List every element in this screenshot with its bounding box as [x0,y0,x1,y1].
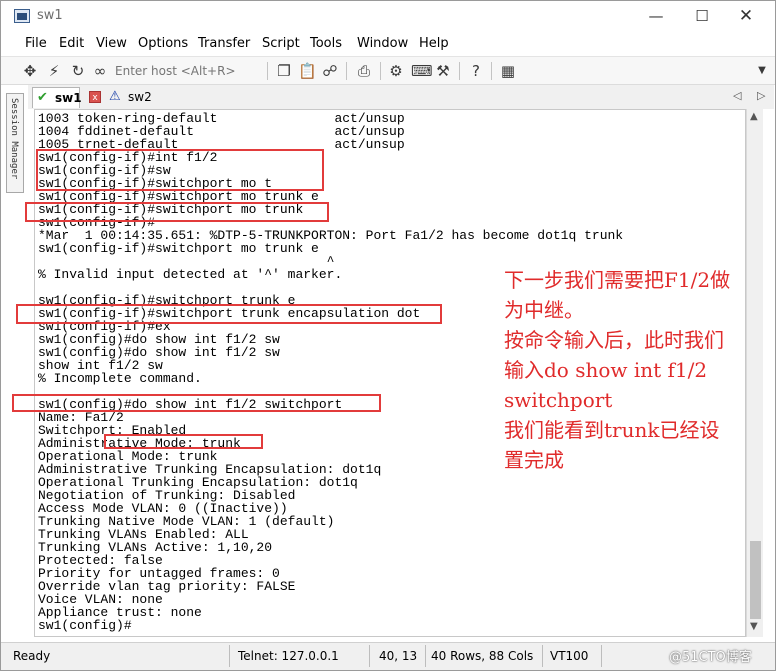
tab-label: sw2 [128,90,152,104]
window-title: sw1 [37,8,63,23]
highlight-box [36,149,324,191]
scroll-up-icon[interactable]: ▲ [750,111,758,122]
watermark: @51CTO博客 [669,650,752,665]
menu-edit[interactable]: Edit [59,36,84,51]
annotation-line: 按命令输入后，此时我们 [504,328,724,352]
reconnect-icon[interactable]: ↻ [69,62,87,80]
lightning-connect-icon[interactable]: ⚡ [45,62,63,80]
toolbar-separator [267,62,268,80]
status-separator [229,645,230,667]
menu-help[interactable]: Help [419,36,449,51]
status-terminal-size: 40 Rows, 88 Cols [431,649,534,663]
status-connection: Telnet: 127.0.0.1 [238,649,339,663]
highlight-box [104,434,263,449]
status-cursor-position: 40, 13 [379,649,418,663]
status-separator [425,645,426,667]
status-ready: Ready [13,649,51,663]
key-agent-icon[interactable]: ⚒ [434,62,452,80]
menu-window[interactable]: Window [357,36,408,51]
tab-scroll-left-icon[interactable]: ◁ [733,89,741,102]
menu-options[interactable]: Options [138,36,188,51]
annotation-line: 置完成 [504,448,564,472]
tab-scroll-right-icon[interactable]: ▷ [757,89,765,102]
toolbar-separator [491,62,492,80]
minimize-button[interactable]: — [633,5,679,27]
highlight-box [12,394,381,412]
close-button[interactable]: ✕ [723,5,769,27]
app-icon [14,9,30,23]
annotation-line: 为中继。 [504,298,584,322]
session-manager-label: Session Manager [9,98,19,180]
toolbar-separator [380,62,381,80]
highlight-box [25,202,329,222]
keymap-icon[interactable]: ⌨ [411,62,433,80]
highlight-box [16,304,442,324]
scrollbar-thumb[interactable] [750,541,761,619]
paste-icon[interactable]: 📋 [298,62,317,80]
annotation-text: 下一步我们需要把F1/2做 为中继。 按命令输入后，此时我们 输入do show… [504,265,774,475]
tab-sw2[interactable]: ⚠ sw2 [106,87,156,108]
print-icon[interactable]: ⎙ [355,62,373,80]
tab-close-icon[interactable]: x [89,91,101,103]
menu-transfer[interactable]: Transfer [198,36,250,51]
toolbar: ✥ ⚡ ↻ ∞ ❐ 📋 ☍ ⎙ ⚙ ⌨ ⚒ ? ▦ ▼ [1,56,775,85]
status-emulation: VT100 [550,649,589,663]
session-tab-bar: ✔ sw1 x ⚠ sw2 ◁ ▷ [28,85,774,109]
menu-script[interactable]: Script [262,36,300,51]
maximize-button[interactable]: ☐ [679,5,725,27]
status-separator [601,645,602,667]
warning-icon: ⚠ [109,89,121,104]
disconnect-icon[interactable]: ∞ [91,62,109,80]
annotation-line: 输入do show int f1/2 [504,358,708,382]
status-separator [369,645,370,667]
toolbar-overflow-icon[interactable]: ▼ [753,62,771,80]
annotation-line: 我们能看到trunk已经设 [504,418,720,442]
find-icon[interactable]: ☍ [321,62,339,80]
sftp-icon[interactable]: ▦ [499,62,517,80]
quick-connect-host-input[interactable] [115,61,265,81]
terminal-line: sw1(config)# [38,618,132,633]
tab-label: sw1 [55,91,82,105]
menu-view[interactable]: View [96,36,127,51]
toolbar-separator [346,62,347,80]
connect-icon[interactable]: ✥ [21,62,39,80]
menu-tools[interactable]: Tools [310,36,342,51]
help-icon[interactable]: ? [467,62,485,80]
menu-bar: File Edit View Options Transfer Script T… [1,32,775,56]
status-separator [542,645,543,667]
status-bar: Ready Telnet: 127.0.0.1 40, 13 40 Rows, … [1,642,775,670]
title-bar: sw1 — ☐ ✕ [1,1,775,32]
securecrt-window: sw1 — ☐ ✕ File Edit View Options Transfe… [0,0,776,671]
settings-gear-icon[interactable]: ⚙ [387,62,405,80]
menu-file[interactable]: File [25,36,47,51]
toolbar-separator [459,62,460,80]
check-icon: ✔ [37,90,48,105]
annotation-line: 下一步我们需要把F1/2做 [504,268,731,292]
tab-sw1[interactable]: ✔ sw1 [32,87,82,108]
scroll-down-icon[interactable]: ▼ [750,621,758,632]
annotation-line: switchport [504,388,613,412]
session-manager-tab[interactable]: Session Manager [6,93,24,193]
copy-icon[interactable]: ❐ [275,62,293,80]
